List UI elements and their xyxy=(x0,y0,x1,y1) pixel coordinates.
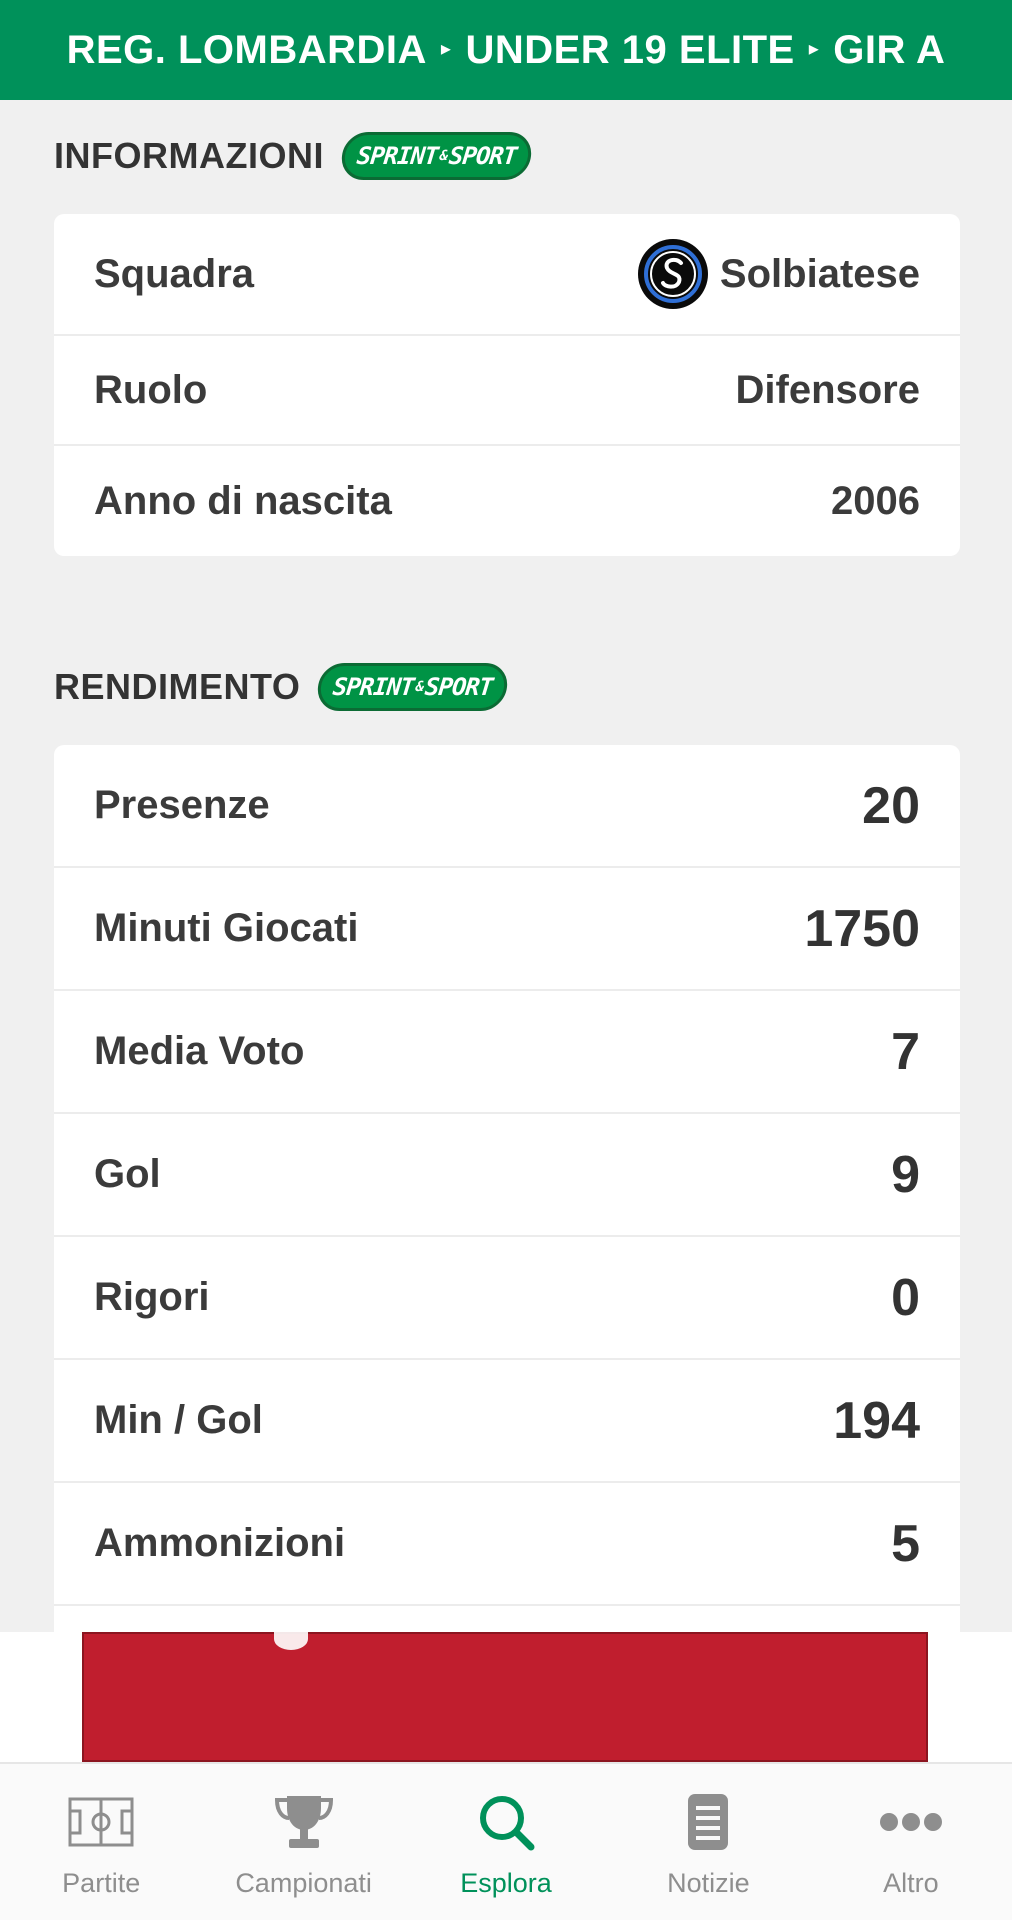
breadcrumb: REG. LOMBARDIA ▸ UNDER 19 ELITE ▸ GIR A xyxy=(0,0,1012,100)
nav-item-altro[interactable]: Altro xyxy=(810,1764,1012,1920)
info-row-birth-year: Anno di nascita 2006 xyxy=(54,446,960,556)
nav-item-esplora[interactable]: Esplora xyxy=(405,1764,607,1920)
trophy-icon xyxy=(269,1790,339,1854)
stat-value: 20 xyxy=(862,776,920,835)
stat-row-gol: Gol 9 xyxy=(54,1114,960,1237)
breadcrumb-region[interactable]: REG. LOMBARDIA xyxy=(67,28,427,73)
stat-label: Minuti Giocati xyxy=(94,906,359,950)
stat-value: 5 xyxy=(891,1514,920,1573)
info-title-text: INFORMAZIONI xyxy=(54,135,324,176)
pitch-icon xyxy=(66,1790,136,1854)
stat-label: Rigori xyxy=(94,1275,210,1319)
sprint-sport-logo: SPRINT & SPORT xyxy=(315,663,511,711)
nav-label: Campionati xyxy=(235,1868,372,1898)
stat-row-presenze: Presenze 20 xyxy=(54,745,960,868)
info-label: Ruolo xyxy=(94,367,208,412)
stat-label: Gol xyxy=(94,1152,161,1196)
nav-label: Altro xyxy=(883,1868,939,1898)
stat-value: 0 xyxy=(891,1268,920,1327)
search-icon xyxy=(471,1790,541,1854)
ad-decoration xyxy=(274,1628,308,1650)
stat-row-media-voto: Media Voto 7 xyxy=(54,991,960,1114)
nav-item-campionati[interactable]: Campionati xyxy=(202,1764,404,1920)
stat-row-rigori: Rigori 0 xyxy=(54,1237,960,1360)
stat-value: 194 xyxy=(833,1391,920,1450)
more-icon xyxy=(876,1790,946,1854)
role-value: Difensore xyxy=(735,367,921,412)
info-row-role: Ruolo Difensore xyxy=(54,336,960,446)
stat-row-min-gol: Min / Gol 194 xyxy=(54,1360,960,1483)
info-section-title: INFORMAZIONI SPRINT & SPORT xyxy=(54,128,534,184)
stat-value: 9 xyxy=(891,1145,920,1204)
info-row-team[interactable]: Squadra Solbiatese xyxy=(54,214,960,336)
nav-item-partite[interactable]: Partite xyxy=(0,1764,202,1920)
nav-label: Notizie xyxy=(667,1868,750,1898)
birth-year-value: 2006 xyxy=(831,478,920,523)
team-logo-icon xyxy=(637,239,708,309)
stat-row-ammonizioni: Ammonizioni 5 xyxy=(54,1483,960,1606)
breadcrumb-separator-icon: ▸ xyxy=(440,37,452,60)
team-value[interactable]: Solbiatese xyxy=(637,239,920,309)
stats-section-title: RENDIMENTO SPRINT & SPORT xyxy=(54,659,511,715)
stat-label: Presenze xyxy=(94,783,270,827)
nav-label: Esplora xyxy=(460,1868,552,1898)
info-label: Anno di nascita xyxy=(94,478,392,523)
stat-row-minuti: Minuti Giocati 1750 xyxy=(54,868,960,991)
stat-label: Ammonizioni xyxy=(94,1521,346,1565)
ad-banner[interactable] xyxy=(82,1628,928,1762)
nav-item-notizie[interactable]: Notizie xyxy=(607,1764,809,1920)
breadcrumb-separator-icon: ▸ xyxy=(808,37,820,60)
stat-value: 1750 xyxy=(804,899,920,958)
breadcrumb-group[interactable]: GIR A xyxy=(833,28,945,73)
stats-title-text: RENDIMENTO xyxy=(54,666,301,707)
stat-label: Min / Gol xyxy=(94,1398,263,1442)
ad-container xyxy=(0,1628,1012,1762)
news-icon xyxy=(673,1790,743,1854)
stat-value: 7 xyxy=(891,1022,920,1081)
nav-label: Partite xyxy=(62,1868,141,1898)
breadcrumb-category[interactable]: UNDER 19 ELITE xyxy=(465,28,794,73)
stats-card: Presenze 20 Minuti Giocati 1750 Media Vo… xyxy=(54,745,960,1635)
info-card: Squadra Solbiatese Ruolo Difensore Anno … xyxy=(54,214,960,556)
bottom-nav: Partite Campionati Esplora Notizie Altro xyxy=(0,1762,1012,1920)
info-label: Squadra xyxy=(94,251,255,296)
stat-label: Media Voto xyxy=(94,1029,305,1073)
sprint-sport-logo: SPRINT & SPORT xyxy=(339,132,534,180)
team-name: Solbiatese xyxy=(719,251,920,296)
